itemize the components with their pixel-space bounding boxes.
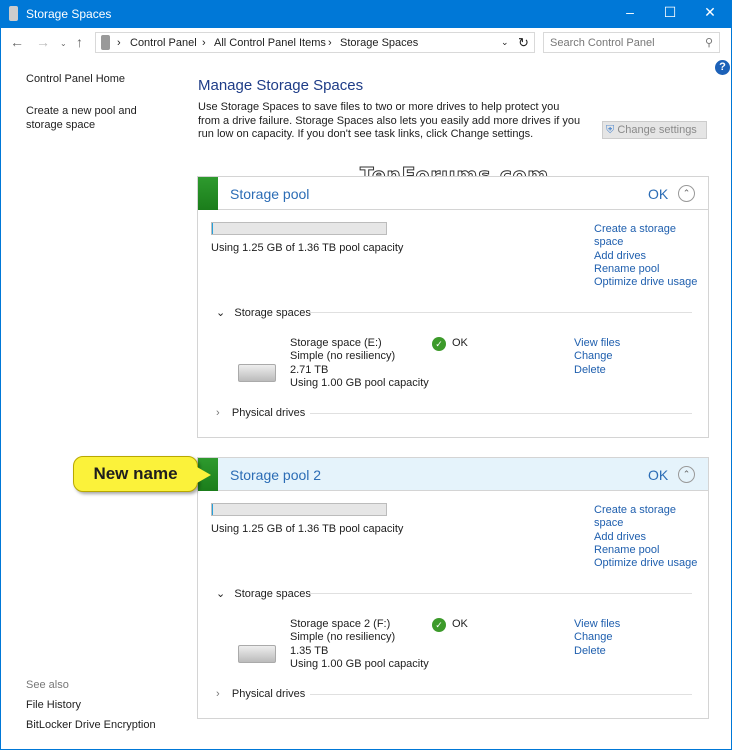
rename-pool-link[interactable]: Rename pool (594, 263, 704, 276)
storage-spaces-section-toggle[interactable]: ⌄ Storage spaces (216, 587, 311, 600)
pool-usage-text: Using 1.25 GB of 1.36 TB pool capacity (211, 242, 404, 254)
view-files-link[interactable]: View files (574, 618, 620, 631)
pool-name: Storage pool (230, 186, 310, 202)
divider (310, 694, 692, 695)
forward-button[interactable]: → (36, 34, 50, 50)
space-usage: Using 1.00 GB pool capacity (290, 377, 429, 390)
separator-icon: › (117, 37, 121, 49)
control-panel-home-link[interactable]: Control Panel Home (26, 72, 176, 86)
search-placeholder: Search Control Panel (550, 37, 655, 49)
drive-icon (238, 364, 276, 382)
chevron-right-icon: › (216, 688, 220, 700)
physical-drives-label: Physical drives (231, 407, 306, 419)
storage-spaces-section-toggle[interactable]: ⌄ Storage spaces (216, 306, 311, 319)
rename-pool-link[interactable]: Rename pool (594, 544, 704, 557)
space-name: Storage space (E:) (290, 337, 382, 349)
pool-name: Storage pool 2 (230, 467, 322, 483)
control-panel-icon (101, 35, 110, 50)
breadcrumb-all-items[interactable]: All Control Panel Items (214, 37, 326, 49)
search-input[interactable]: Search Control Panel ⚲ (543, 32, 720, 53)
change-settings-button[interactable]: ⛨ Change settings (602, 121, 707, 139)
change-settings-label: Change settings (617, 124, 697, 136)
pool-usage-bar (211, 222, 387, 235)
left-nav: Control Panel Home Create a new pool and… (26, 72, 176, 132)
pool-usage-text: Using 1.25 GB of 1.36 TB pool capacity (211, 523, 404, 535)
shield-icon: ⛨ (606, 124, 615, 136)
space-name: Storage space 2 (F:) (290, 618, 391, 630)
separator-icon: › (328, 37, 332, 49)
chevron-right-icon: › (216, 407, 220, 419)
storage-spaces-label: Storage spaces (234, 307, 311, 319)
pool-usage-bar (211, 503, 387, 516)
ok-check-icon: ✓ (432, 337, 446, 351)
change-link[interactable]: Change (574, 350, 620, 363)
address-dropdown-icon[interactable]: ⌄ (501, 37, 509, 48)
storage-pool-panel: Storage pool OK ⌃ Using 1.25 GB of 1.36 … (197, 176, 709, 438)
pool-status: OK (648, 467, 669, 483)
file-history-link[interactable]: File History (26, 699, 81, 711)
space-size: 2.71 TB (290, 363, 329, 376)
close-button[interactable]: ✕ (695, 4, 725, 21)
address-bar[interactable]: › Control Panel › All Control Panel Item… (95, 32, 535, 53)
window-title: Storage Spaces (26, 7, 112, 21)
physical-drives-section-toggle[interactable]: › Physical drives (216, 407, 305, 419)
divider (308, 593, 692, 594)
chevron-down-icon: ⌄ (216, 307, 226, 319)
refresh-button[interactable]: ↻ (518, 35, 529, 51)
divider (310, 413, 692, 414)
pool-header[interactable]: Storage pool OK ⌃ (198, 177, 708, 210)
collapse-chevron-icon[interactable]: ⌃ (678, 185, 695, 202)
change-link[interactable]: Change (574, 631, 620, 644)
pool-status: OK (648, 186, 669, 202)
delete-link[interactable]: Delete (574, 364, 620, 377)
space-size: 1.35 TB (290, 644, 329, 657)
drive-icon (238, 645, 276, 663)
minimize-button[interactable]: – (615, 4, 645, 20)
space-resiliency: Simple (no resiliency) (290, 631, 396, 644)
add-drives-link[interactable]: Add drives (594, 531, 704, 544)
breadcrumb-control-panel[interactable]: Control Panel (130, 37, 197, 49)
ok-check-icon: ✓ (432, 618, 446, 632)
chevron-down-icon: ⌄ (216, 588, 226, 600)
delete-link[interactable]: Delete (574, 645, 620, 658)
new-name-callout: New name (73, 456, 211, 492)
create-storage-space-link[interactable]: Create a storage space (594, 223, 704, 250)
maximize-button[interactable]: ☐ (655, 4, 685, 21)
create-storage-space-link[interactable]: Create a storage space (594, 504, 704, 531)
physical-drives-label: Physical drives (231, 688, 306, 700)
storage-pool-panel: Storage pool 2 OK ⌃ Using 1.25 GB of 1.3… (197, 457, 709, 719)
up-button[interactable]: ↑ (76, 34, 83, 50)
title-bar: Storage Spaces – ☐ ✕ (0, 0, 732, 28)
add-drives-link[interactable]: Add drives (594, 250, 704, 263)
page-description: Use Storage Spaces to save files to two … (198, 101, 581, 140)
pool-header[interactable]: Storage pool 2 OK ⌃ (198, 458, 708, 491)
recent-dropdown[interactable]: ⌄ (60, 39, 67, 48)
divider (308, 312, 692, 313)
help-icon[interactable]: ? (715, 60, 730, 75)
physical-drives-section-toggle[interactable]: › Physical drives (216, 688, 305, 700)
space-resiliency: Simple (no resiliency) (290, 350, 396, 363)
breadcrumb-storage-spaces[interactable]: Storage Spaces (340, 37, 418, 49)
pool-status-stripe (198, 177, 218, 210)
space-status: OK (452, 337, 468, 349)
separator-icon: › (202, 37, 206, 49)
see-also-label: See also (26, 679, 69, 691)
space-usage: Using 1.00 GB pool capacity (290, 658, 429, 671)
optimize-drive-usage-link[interactable]: Optimize drive usage (594, 557, 704, 570)
storage-spaces-icon (9, 6, 18, 21)
optimize-drive-usage-link[interactable]: Optimize drive usage (594, 276, 704, 289)
search-icon: ⚲ (704, 37, 713, 49)
back-button[interactable]: ← (10, 34, 24, 50)
view-files-link[interactable]: View files (574, 337, 620, 350)
page-title: Manage Storage Spaces (198, 77, 364, 94)
collapse-chevron-icon[interactable]: ⌃ (678, 466, 695, 483)
space-status: OK (452, 618, 468, 630)
create-pool-link[interactable]: Create a new pool and storage space (26, 104, 176, 132)
storage-spaces-label: Storage spaces (234, 588, 311, 600)
bitlocker-link[interactable]: BitLocker Drive Encryption (26, 719, 156, 731)
